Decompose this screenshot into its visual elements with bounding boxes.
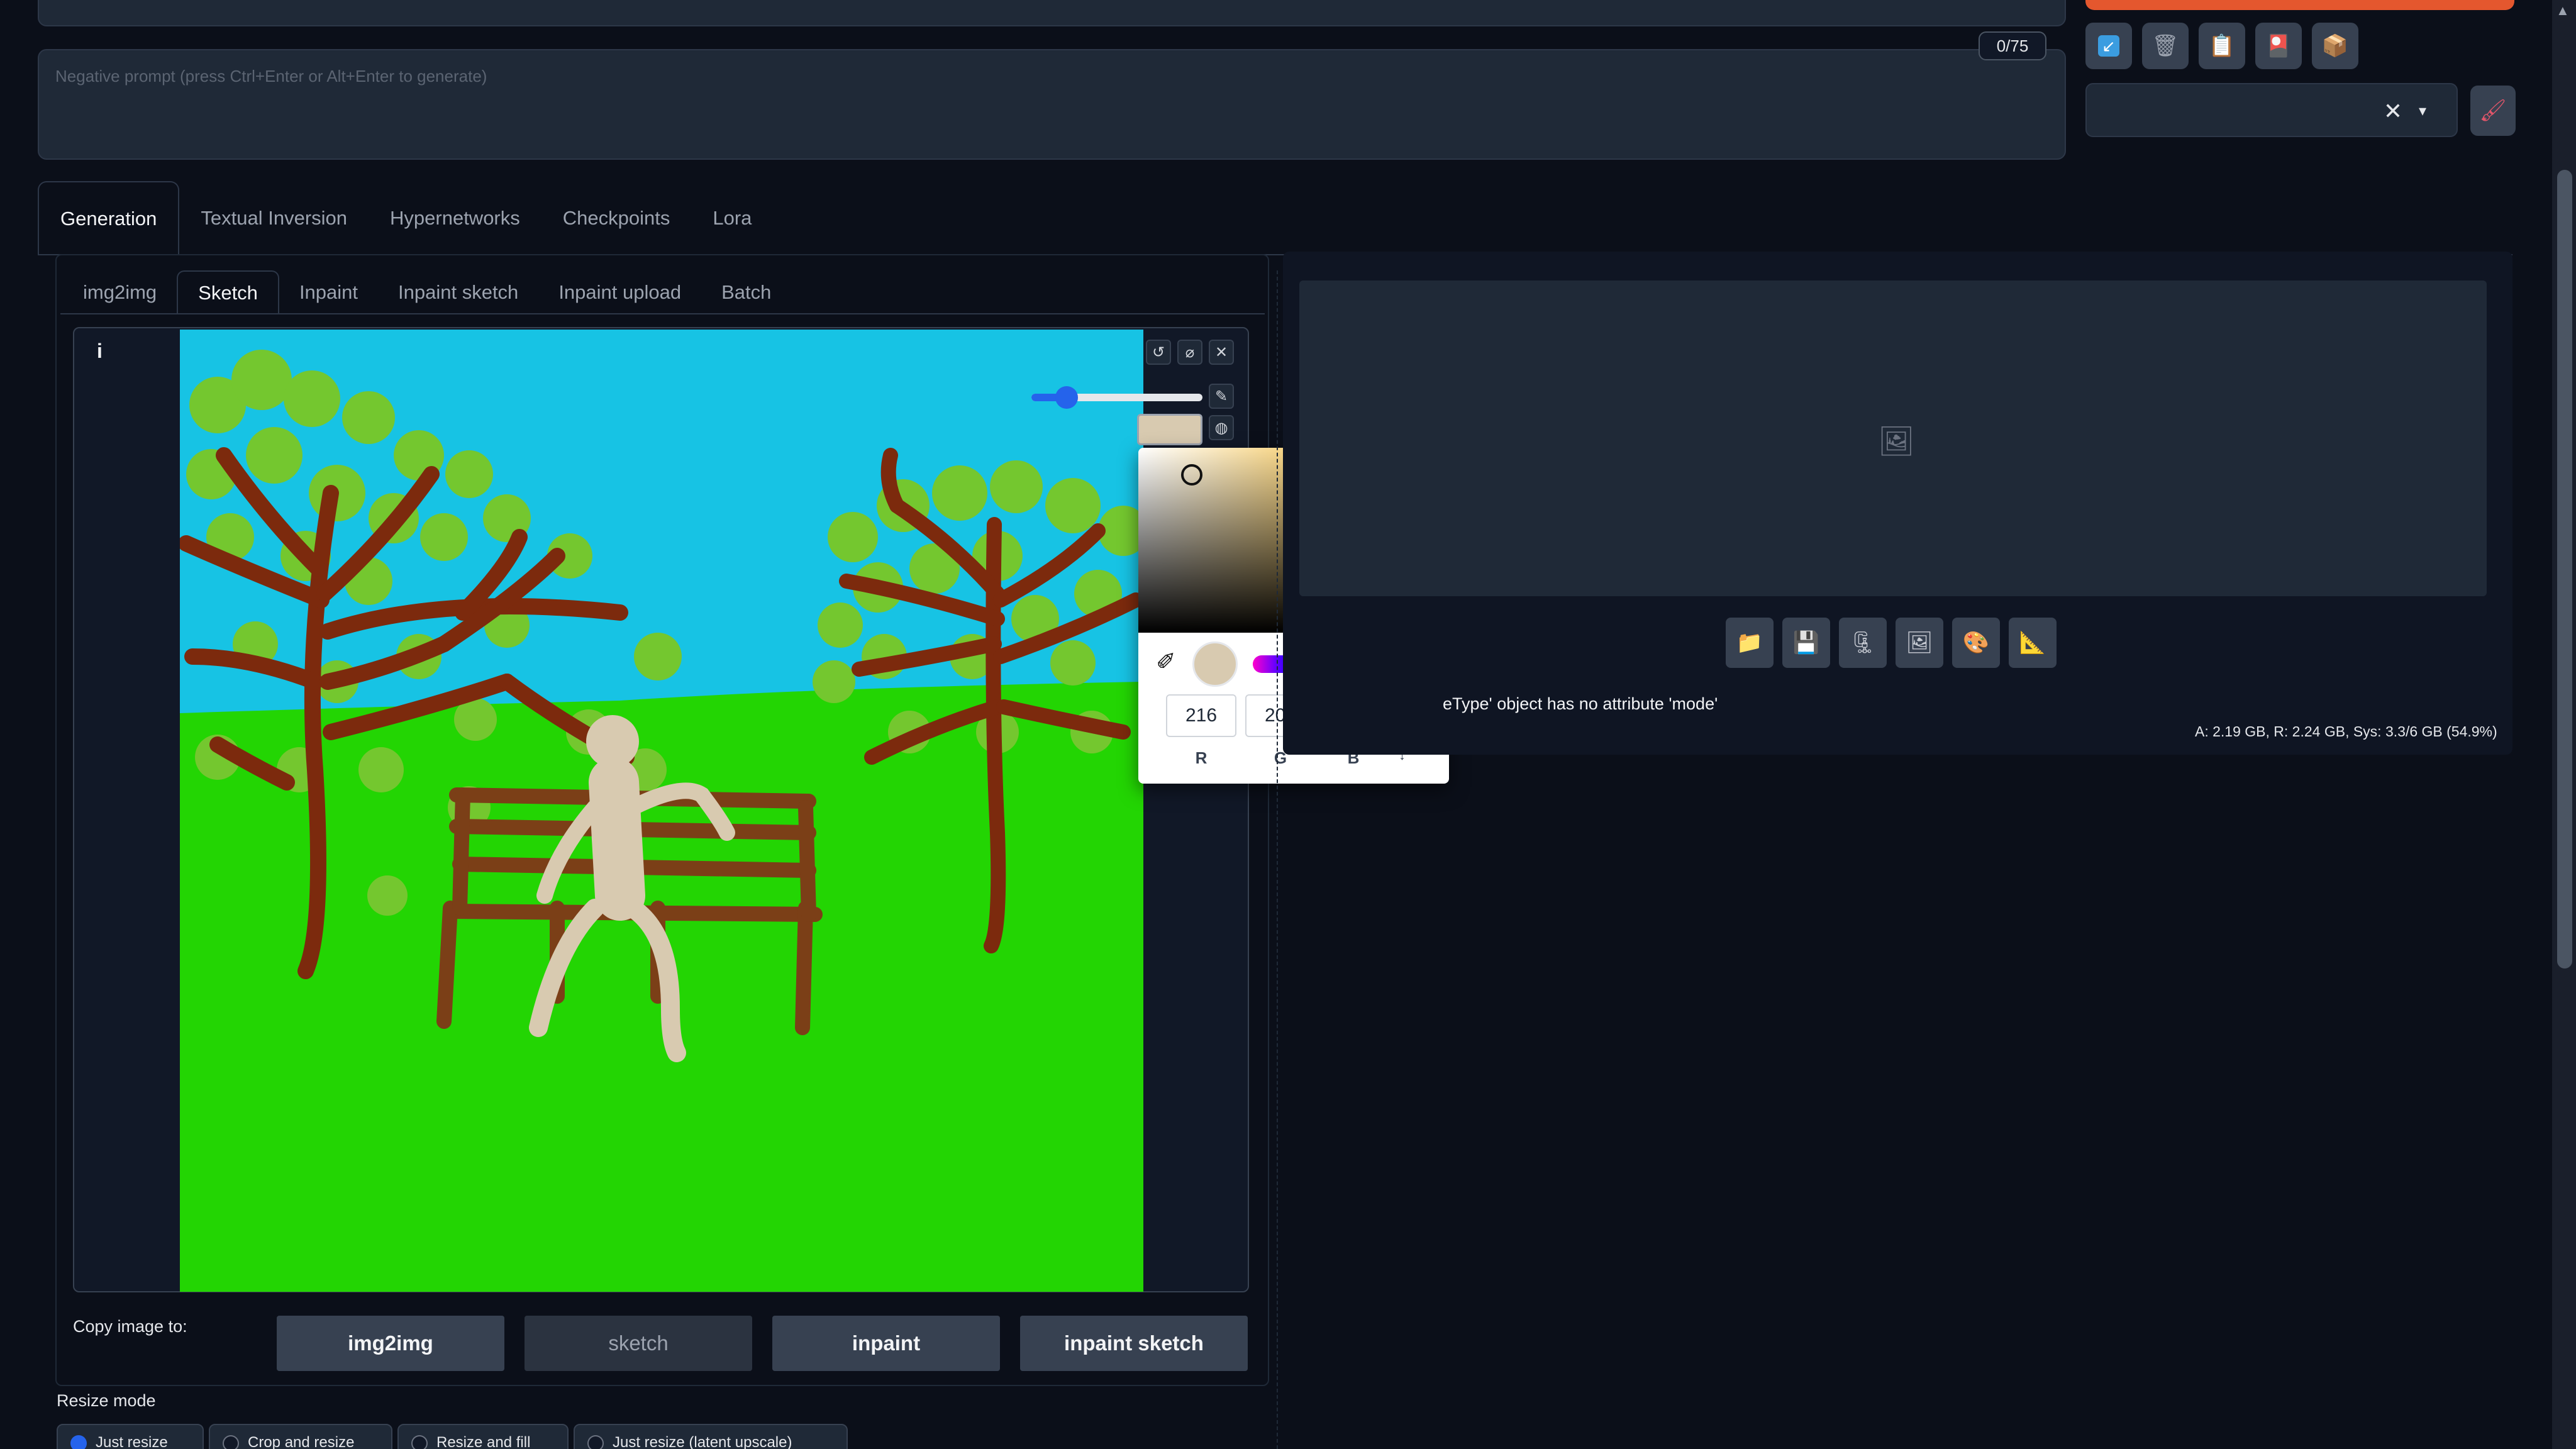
brush-size-slider-handle[interactable] bbox=[1055, 386, 1078, 409]
brush-color-swatch[interactable] bbox=[1137, 414, 1202, 445]
resize-option-resize-and-fill[interactable]: Resize and fill bbox=[397, 1424, 569, 1449]
eyedropper-icon[interactable]: ✐ bbox=[1156, 648, 1176, 676]
copy-to-sketch-button[interactable]: sketch bbox=[525, 1316, 752, 1371]
img2img-sub-tabs: img2img Sketch Inpaint Inpaint sketch In… bbox=[63, 270, 791, 314]
apply-style-button[interactable]: 🖌 bbox=[2470, 86, 2516, 136]
package-icon: 📦 bbox=[2321, 34, 2349, 58]
resize-option-label: Just resize (latent upscale) bbox=[613, 1434, 792, 1449]
open-folder-button[interactable]: 📁 bbox=[1726, 618, 1774, 668]
trash-icon: 🗑 bbox=[2151, 34, 2179, 58]
positive-prompt-input[interactable] bbox=[38, 0, 2066, 26]
image-placeholder-icon: 🖼 bbox=[1878, 425, 1915, 457]
subtab-inpaint-upload[interactable]: Inpaint upload bbox=[538, 270, 701, 314]
copy-to-inpaint-button[interactable]: inpaint bbox=[772, 1316, 1000, 1371]
send-to-inpaint-button[interactable]: 🎨 bbox=[1952, 618, 2000, 668]
resize-option-label: Just resize bbox=[96, 1434, 168, 1449]
folder-icon: 📁 bbox=[1736, 631, 1763, 655]
tab-textual-inversion[interactable]: Textual Inversion bbox=[179, 181, 369, 255]
extra-networks-button[interactable]: 🎴 bbox=[2255, 23, 2302, 69]
close-icon: ✕ bbox=[1214, 343, 1228, 361]
copy-to-img2img-button[interactable]: img2img bbox=[277, 1316, 504, 1371]
red-label: R bbox=[1195, 748, 1208, 767]
save-icon: 💾 bbox=[1792, 631, 1820, 655]
radio-selected[interactable] bbox=[70, 1435, 87, 1449]
copy-image-label: Copy image to: bbox=[73, 1317, 187, 1336]
resize-option-just-resize[interactable]: Just resize bbox=[57, 1424, 204, 1449]
panel-divider bbox=[1277, 270, 1278, 1449]
send-to-img2img-button[interactable]: 🖼 bbox=[1896, 618, 1943, 668]
tab-lora[interactable]: Lora bbox=[691, 181, 773, 255]
radio[interactable] bbox=[411, 1435, 428, 1449]
paste-params-button[interactable]: ↙ bbox=[2085, 23, 2132, 69]
clear-icon[interactable]: ✕ bbox=[2384, 98, 2402, 125]
tab-checkpoints[interactable]: Checkpoints bbox=[541, 181, 692, 255]
zip-button[interactable]: 🗜 bbox=[1839, 618, 1887, 668]
color-picker-button[interactable]: ◍ bbox=[1209, 415, 1234, 440]
resize-option-latent-upscale[interactable]: Just resize (latent upscale) bbox=[574, 1424, 848, 1449]
send-to-extras-button[interactable]: 📐 bbox=[2009, 618, 2057, 668]
resize-option-label: Resize and fill bbox=[436, 1434, 531, 1449]
brush-icon: 🖌 bbox=[2479, 99, 2507, 123]
radio[interactable] bbox=[223, 1435, 239, 1449]
undo-icon: ↺ bbox=[1152, 343, 1165, 361]
brush-icon: ✎ bbox=[1214, 387, 1228, 405]
main-tabs: Generation Textual Inversion Hypernetwor… bbox=[38, 181, 773, 255]
info-icon[interactable]: i bbox=[97, 340, 103, 363]
current-color-swatch bbox=[1192, 641, 1238, 687]
clear-prompt-button[interactable]: 🗑 bbox=[2142, 23, 2189, 69]
negative-prompt-placeholder: Negative prompt (press Ctrl+Enter or Alt… bbox=[55, 67, 487, 86]
scrollbar-thumb[interactable] bbox=[2557, 170, 2572, 969]
save-button[interactable]: 💾 bbox=[1782, 618, 1830, 668]
chevron-down-icon: ▾ bbox=[2418, 103, 2426, 119]
resize-option-crop-and-resize[interactable]: Crop and resize bbox=[209, 1424, 392, 1449]
brush-size-button[interactable]: ✎ bbox=[1209, 384, 1234, 409]
clipboard-icon: 📋 bbox=[2208, 34, 2236, 58]
saturation-cursor[interactable] bbox=[1181, 464, 1202, 486]
undo-button[interactable]: ↺ bbox=[1146, 340, 1171, 365]
palette-icon: ◍ bbox=[1214, 419, 1228, 436]
radio[interactable] bbox=[587, 1435, 604, 1449]
apply-styles-button[interactable]: 📋 bbox=[2199, 23, 2245, 69]
subtab-sketch[interactable]: Sketch bbox=[177, 270, 279, 314]
sketch-canvas[interactable] bbox=[180, 330, 1143, 1292]
zip-icon: 🗜 bbox=[1849, 631, 1877, 655]
extra-networks-icon: 🎴 bbox=[2265, 34, 2292, 58]
token-counter: 0/75 bbox=[1979, 31, 2046, 60]
memory-stats: A: 2.19 GB, R: 2.24 GB, Sys: 3.3/6 GB (5… bbox=[2195, 723, 2497, 740]
styles-dropdown[interactable]: ✕ ▾ bbox=[2085, 83, 2458, 137]
subtab-img2img[interactable]: img2img bbox=[63, 270, 177, 314]
send-to-img2img-icon: 🖼 bbox=[1906, 631, 1933, 655]
scroll-up-icon[interactable]: ▲ bbox=[2556, 3, 2570, 19]
subtabs-divider bbox=[60, 313, 1265, 314]
subtab-inpaint-sketch[interactable]: Inpaint sketch bbox=[378, 270, 538, 314]
red-input[interactable]: 216 bbox=[1166, 694, 1236, 737]
subtab-batch[interactable]: Batch bbox=[701, 270, 791, 314]
resize-mode-label: Resize mode bbox=[57, 1391, 156, 1410]
tab-generation[interactable]: Generation bbox=[38, 181, 180, 255]
close-sketch-button[interactable]: ✕ bbox=[1209, 340, 1234, 365]
subtab-inpaint[interactable]: Inpaint bbox=[279, 270, 378, 314]
tab-hypernetworks[interactable]: Hypernetworks bbox=[369, 181, 541, 255]
send-to-inpaint-icon: 🎨 bbox=[1962, 631, 1990, 655]
clear-sketch-button[interactable]: ⌀ bbox=[1177, 340, 1202, 365]
paste-params-icon: ↙ bbox=[2098, 35, 2119, 57]
generate-button[interactable] bbox=[2085, 0, 2514, 10]
error-message: eType' object has no attribute 'mode' bbox=[1443, 694, 1718, 713]
send-to-extras-icon: 📐 bbox=[2019, 631, 2046, 655]
negative-prompt-input[interactable]: Negative prompt (press Ctrl+Enter or Alt… bbox=[38, 49, 2066, 160]
package-button[interactable]: 📦 bbox=[2312, 23, 2358, 69]
resize-option-label: Crop and resize bbox=[248, 1434, 355, 1449]
copy-to-inpaint-sketch-button[interactable]: inpaint sketch bbox=[1020, 1316, 1248, 1371]
eraser-icon: ⌀ bbox=[1185, 343, 1195, 361]
